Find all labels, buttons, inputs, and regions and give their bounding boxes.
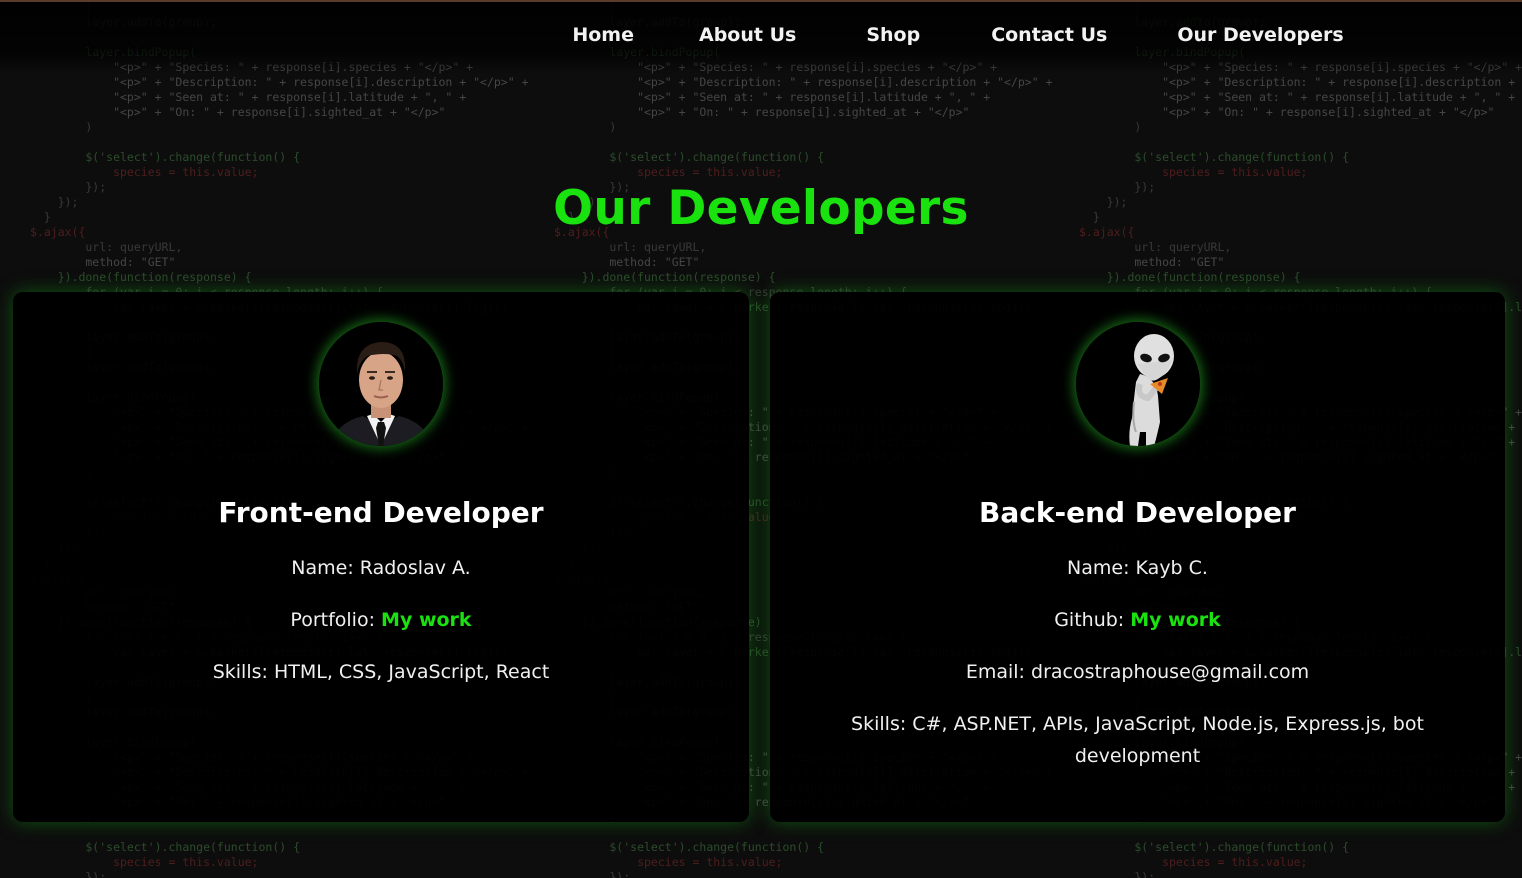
nav-contact-link[interactable]: Contact Us bbox=[991, 24, 1107, 46]
nav-home-link[interactable]: Home bbox=[572, 24, 634, 46]
github-link[interactable]: My work bbox=[1130, 609, 1221, 631]
nav-about-link[interactable]: About Us bbox=[699, 24, 796, 46]
portfolio-label: Portfolio: bbox=[290, 609, 375, 631]
developer-portfolio: Portfolio: My work bbox=[73, 604, 689, 636]
developer-github: Github: My work bbox=[830, 604, 1445, 636]
main-navigation: Home About Us Shop Contact Us Our Develo… bbox=[0, 2, 1522, 74]
github-label: Github: bbox=[1054, 609, 1125, 631]
alien-avatar bbox=[1075, 322, 1200, 446]
developer-skills: Skills: HTML, CSS, JavaScript, React bbox=[73, 656, 689, 688]
name-value: Kayb C. bbox=[1135, 557, 1208, 579]
name-label: Name: bbox=[1067, 557, 1130, 579]
skills-value: C#, ASP.NET, APIs, JavaScript, Node.js, … bbox=[912, 713, 1424, 767]
nav-developers-link[interactable]: Our Developers bbox=[1177, 24, 1343, 46]
portfolio-link[interactable]: My work bbox=[381, 609, 472, 631]
nav-shop-link[interactable]: Shop bbox=[866, 24, 920, 46]
page-title: Our Developers bbox=[553, 181, 969, 236]
developer-card-backend: Back-end Developer Name: Kayb C. Github:… bbox=[770, 292, 1505, 822]
skills-label: Skills: bbox=[212, 661, 268, 683]
man-in-suit-avatar bbox=[319, 322, 443, 446]
developer-email: Email: dracostraphouse@gmail.com bbox=[830, 656, 1445, 688]
developer-name: Name: Radoslav A. bbox=[73, 552, 689, 584]
name-label: Name: bbox=[291, 557, 354, 579]
email-value: dracostraphouse@gmail.com bbox=[1031, 661, 1310, 683]
developer-skills: Skills: C#, ASP.NET, APIs, JavaScript, N… bbox=[830, 708, 1445, 772]
skills-label: Skills: bbox=[851, 713, 907, 735]
skills-value: HTML, CSS, JavaScript, React bbox=[273, 661, 550, 683]
developer-role: Back-end Developer bbox=[979, 496, 1296, 529]
developer-role: Front-end Developer bbox=[218, 496, 544, 529]
email-label: Email: bbox=[965, 661, 1025, 683]
developer-name: Name: Kayb C. bbox=[830, 552, 1445, 584]
name-value: Radoslav A. bbox=[359, 557, 471, 579]
developer-card-frontend: Front-end Developer Name: Radoslav A. Po… bbox=[13, 292, 749, 822]
